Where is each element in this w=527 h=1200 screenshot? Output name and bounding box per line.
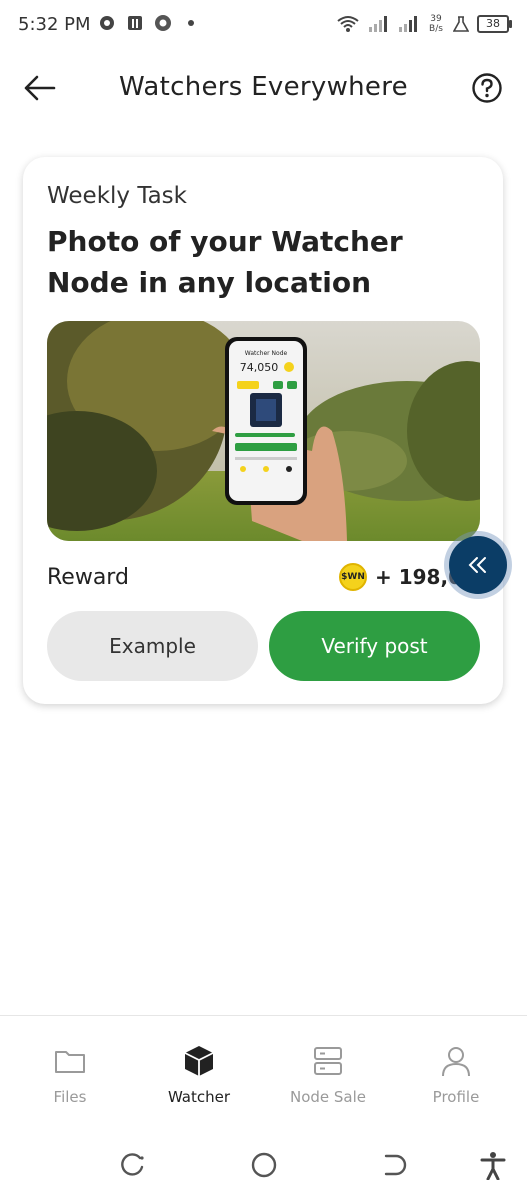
nav-item-profile[interactable]: Profile (401, 1044, 511, 1106)
cube-icon (184, 1046, 214, 1076)
accessibility-icon[interactable] (478, 1150, 508, 1180)
task-title: Photo of your Watcher Node in any locati… (47, 225, 403, 299)
signal-icon-2 (399, 16, 417, 32)
photo-illustration: Watcher Node 74,050 (47, 321, 480, 541)
speed-value: 39 (430, 14, 442, 24)
server-icon (314, 1047, 342, 1075)
nav-item-node-sale[interactable]: Node Sale (273, 1044, 383, 1106)
nav-label-profile: Profile (432, 1088, 480, 1106)
notification-icons (98, 14, 194, 32)
chat-icon (100, 16, 114, 30)
page-title: Watchers Everywhere (119, 72, 408, 102)
reward-label: Reward (47, 565, 129, 590)
more-notifications-dot (188, 20, 194, 26)
chrome-icon (155, 15, 171, 31)
status-time: 5:32 PM (18, 14, 91, 35)
battery-icon: 38 (477, 15, 512, 33)
app-icon (128, 16, 142, 30)
task-photo: Watcher Node 74,050 (47, 321, 480, 541)
battery-level: 38 (486, 17, 500, 30)
phone-app-title: Watcher Node (245, 350, 288, 357)
user-icon (442, 1047, 470, 1077)
wn-coin-icon: $WN (339, 563, 367, 591)
example-button[interactable]: Example (47, 611, 258, 681)
status-bar: 5:32 PM 39 B/s 38 (0, 0, 527, 54)
recents-icon[interactable] (118, 1150, 148, 1180)
nav-label-node-sale: Node Sale (289, 1088, 367, 1106)
flask-icon (453, 16, 469, 32)
network-speed: 39 B/s (427, 14, 445, 34)
app-header: Watchers Everywhere (0, 54, 527, 124)
nav-item-watcher[interactable]: Watcher (144, 1044, 254, 1106)
nav-label-watcher: Watcher (167, 1088, 231, 1106)
collapse-floating-button[interactable] (449, 536, 507, 594)
verify-post-button[interactable]: Verify post (269, 611, 480, 681)
home-icon[interactable] (249, 1150, 279, 1180)
system-status-icons: 39 B/s 38 (337, 14, 512, 34)
nav-item-files[interactable]: Files (15, 1044, 125, 1106)
weekly-task-card: Weekly Task Photo of your Watcher Node i… (23, 157, 503, 704)
help-button[interactable] (471, 72, 503, 104)
speed-unit: B/s (429, 24, 443, 34)
bottom-navigation: Files Watcher Node Sale Profile (0, 1015, 527, 1126)
wifi-icon (337, 16, 359, 32)
nav-label-files: Files (53, 1088, 87, 1106)
phone-balance: 74,050 (240, 361, 279, 374)
back-nav-icon[interactable] (380, 1150, 410, 1180)
folder-icon (55, 1051, 85, 1073)
system-navigation-bar (0, 1128, 527, 1200)
double-chevron-left-icon (468, 557, 486, 573)
signal-icon (369, 16, 387, 32)
task-kicker: Weekly Task (47, 183, 187, 209)
